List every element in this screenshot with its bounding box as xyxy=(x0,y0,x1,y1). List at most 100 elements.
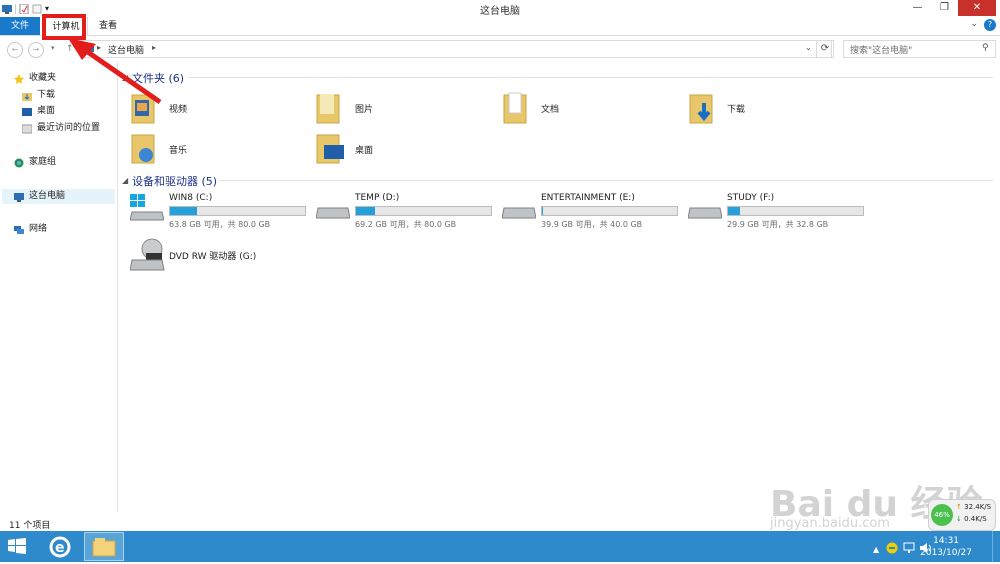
annotation-arrow xyxy=(68,38,162,105)
taskbar-internet-explorer[interactable]: e xyxy=(48,535,72,562)
desktop-folder-icon xyxy=(316,134,344,164)
sidebar-item-label: 下载 xyxy=(37,90,56,100)
folder-item-documents[interactable] xyxy=(503,91,529,128)
pictures-folder-icon xyxy=(316,94,340,124)
drive-item-c[interactable] xyxy=(129,194,165,227)
sidebar-item-downloads[interactable]: 下载 xyxy=(22,88,55,103)
status-item-count: 11 个项目 xyxy=(9,521,51,531)
sidebar-item-desktop[interactable]: 桌面 xyxy=(22,104,55,119)
search-placeholder: 搜索"这台电脑" xyxy=(850,46,913,56)
drive-item-g[interactable] xyxy=(129,238,166,275)
network-meter-widget[interactable]: 46% ↑ 32.4K/S ↓ 0.4K/S xyxy=(928,499,996,531)
recent-locations-icon[interactable]: ▾ xyxy=(51,44,55,52)
upload-speed-value: 32.4K/S xyxy=(964,503,992,511)
arrow-down-icon: ↓ xyxy=(956,515,962,523)
drive-name: ENTERTAINMENT (E:) xyxy=(541,193,635,203)
collapse-icon[interactable]: ◢ xyxy=(122,176,128,185)
download-speed-value: 0.4K/S xyxy=(964,515,987,523)
sidebar-item-label: 网络 xyxy=(29,224,48,234)
expand-ribbon-icon[interactable]: ⌄ xyxy=(970,19,978,31)
downloads-folder-icon xyxy=(22,91,32,101)
hard-drive-icon xyxy=(501,207,537,219)
sidebar-item-label: 这台电脑 xyxy=(29,191,66,201)
star-icon xyxy=(14,73,24,84)
folder-item-desktop[interactable] xyxy=(316,131,346,168)
section-divider xyxy=(188,77,993,78)
folder-item-music[interactable] xyxy=(131,131,157,168)
close-button[interactable]: ✕ xyxy=(958,0,996,16)
drive-space-text: 39.9 GB 可用，共 40.0 GB xyxy=(541,220,643,229)
drive-usage-bar xyxy=(541,206,678,216)
drive-usage-fill xyxy=(356,207,375,215)
drives-section-header[interactable]: 设备和驱动器 (5) xyxy=(132,173,217,189)
minimize-button[interactable]: — xyxy=(904,0,931,16)
dvd-drive-icon xyxy=(129,238,165,271)
sidebar-item-label: 家庭组 xyxy=(29,157,57,167)
sidebar-item-network[interactable]: 网络 xyxy=(14,222,47,237)
watermark-url: jingyan.baidu.com xyxy=(770,516,890,531)
section-divider xyxy=(219,180,993,181)
maximize-button[interactable]: ❐ xyxy=(931,0,958,16)
sidebar-item-label: 桌面 xyxy=(37,106,56,116)
drive-usage-bar xyxy=(169,206,306,216)
downloads-folder-icon xyxy=(689,94,713,124)
network-icon xyxy=(14,225,24,235)
folder-label: 下载 xyxy=(727,105,746,115)
window-controls: — ❐ ✕ xyxy=(904,0,996,16)
hard-drive-icon xyxy=(687,207,723,219)
network-tray-icon xyxy=(903,542,915,553)
arrow-up-icon: ↑ xyxy=(956,503,962,511)
drive-usage-fill xyxy=(170,207,197,215)
drive-name: STUDY (F:) xyxy=(727,193,775,203)
back-button[interactable]: ← xyxy=(7,42,23,58)
sidebar-item-recent[interactable]: 最近访问的位置 xyxy=(21,121,100,136)
documents-folder-icon xyxy=(503,92,527,124)
show-desktop-button[interactable] xyxy=(992,531,1000,562)
folder-item-downloads[interactable] xyxy=(689,91,715,128)
show-hidden-icons[interactable]: ▲ xyxy=(873,545,879,554)
refresh-button[interactable]: ⟳ xyxy=(816,40,834,58)
folder-item-pictures[interactable] xyxy=(316,91,342,128)
folder-label: 视频 xyxy=(169,105,188,115)
windows-logo-icon xyxy=(8,538,26,554)
recent-places-icon xyxy=(21,124,33,134)
folder-label: 图片 xyxy=(355,105,374,115)
start-button[interactable] xyxy=(8,538,26,557)
drive-name: DVD RW 驱动器 (G:) xyxy=(169,252,257,262)
drive-item-e[interactable] xyxy=(501,204,537,227)
drive-space-text: 69.2 GB 可用，共 80.0 GB xyxy=(355,220,457,229)
drive-space-text: 29.9 GB 可用，共 32.8 GB xyxy=(727,220,829,229)
ribbon-right-controls: ⌄ ? xyxy=(970,19,996,31)
desktop-icon xyxy=(22,107,32,117)
clock-time: 14:31 xyxy=(933,536,960,546)
hard-drive-icon xyxy=(315,207,351,219)
folder-label: 桌面 xyxy=(355,146,374,156)
window-title: 这台电脑 xyxy=(480,6,520,17)
search-icon[interactable]: ⚲ xyxy=(982,43,989,53)
clock-date: 2013/10/27 xyxy=(920,548,972,558)
drive-item-f[interactable] xyxy=(687,204,723,227)
drive-usage-fill xyxy=(728,207,741,215)
sidebar-item-homegroup[interactable]: 家庭组 xyxy=(14,155,56,170)
address-bar[interactable] xyxy=(80,40,832,58)
sidebar-item-favorites[interactable]: 收藏夹 xyxy=(14,71,56,86)
tray-app-icon[interactable] xyxy=(886,542,898,557)
computer-icon xyxy=(14,192,24,202)
forward-button[interactable]: → xyxy=(28,42,44,58)
drive-item-d[interactable] xyxy=(315,204,351,227)
sidebar-item-this-pc[interactable]: 这台电脑 xyxy=(14,189,65,204)
svg-text:e: e xyxy=(55,540,65,556)
folder-label: 文档 xyxy=(541,105,560,115)
help-icon[interactable]: ? xyxy=(984,19,996,31)
download-speed: ↓ 0.4K/S xyxy=(956,515,987,523)
meter-percent: 46% xyxy=(931,504,953,526)
drive-usage-fill xyxy=(542,207,544,215)
address-dropdown-icon[interactable]: ⌄ xyxy=(805,43,812,52)
homegroup-icon xyxy=(14,158,24,168)
taskbar-file-explorer[interactable] xyxy=(84,532,124,561)
network-tray-icon[interactable] xyxy=(903,542,915,557)
file-explorer-icon xyxy=(92,538,116,557)
taskbar xyxy=(0,531,1000,562)
taskbar-clock[interactable]: 14:31 2013/10/27 xyxy=(920,535,972,559)
tab-file[interactable]: 文件 xyxy=(0,17,40,35)
